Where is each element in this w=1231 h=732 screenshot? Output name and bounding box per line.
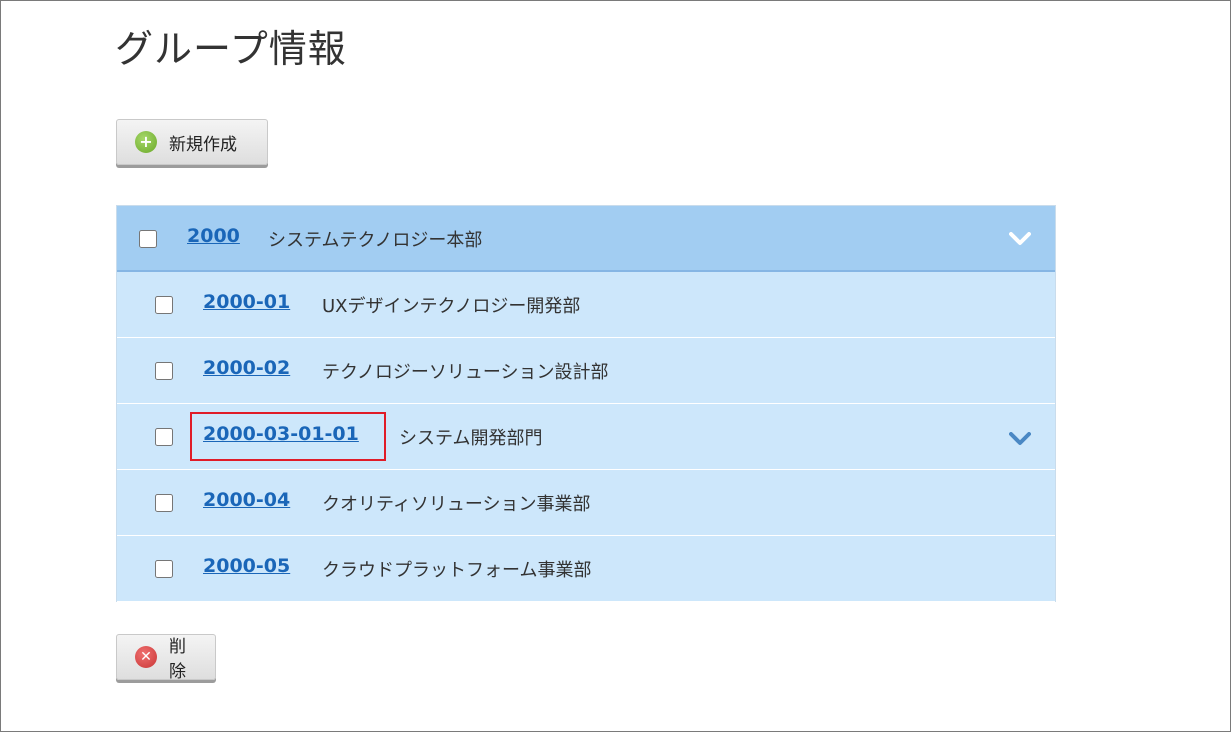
group-row-parent: 2000 システムテクノロジー本部: [117, 206, 1055, 272]
group-row: 2000-03-01-01 システム開発部門: [117, 404, 1055, 470]
group-code-link[interactable]: 2000-05: [203, 555, 290, 577]
group-list: 2000 システムテクノロジー本部 2000-01 UXデザインテクノロジー開発…: [116, 205, 1056, 602]
group-checkbox[interactable]: [155, 296, 173, 314]
group-code-link[interactable]: 2000-03-01-01: [203, 423, 359, 445]
group-name: システムテクノロジー本部: [268, 230, 483, 251]
page-frame: グループ情報 + 新規作成 2000 システムテクノロジー本部 2000-01 …: [0, 0, 1231, 732]
group-row: 2000-04 クオリティソリューション事業部: [117, 470, 1055, 536]
group-name: テクノロジーソリューション設計部: [322, 362, 609, 383]
group-code-link[interactable]: 2000-04: [203, 489, 290, 511]
page-title: グループ情報: [115, 27, 347, 71]
group-row: 2000-02 テクノロジーソリューション設計部: [117, 338, 1055, 404]
group-row: 2000-05 クラウドプラットフォーム事業部: [117, 536, 1055, 602]
delete-button-label: 削除: [169, 637, 186, 682]
new-group-button[interactable]: + 新規作成: [116, 119, 268, 165]
expand-chevron-icon[interactable]: [1009, 432, 1031, 446]
group-code-link[interactable]: 2000-01: [203, 291, 290, 313]
new-group-button-label: 新規作成: [169, 134, 237, 155]
group-checkbox[interactable]: [139, 230, 157, 248]
delete-button[interactable]: ✕ 削除: [116, 634, 216, 682]
group-name: クラウドプラットフォーム事業部: [322, 560, 592, 581]
group-checkbox[interactable]: [155, 560, 173, 578]
plus-icon: +: [135, 131, 157, 153]
group-name: システム開発部門: [399, 428, 543, 449]
group-code-link[interactable]: 2000: [187, 225, 240, 247]
group-code-link[interactable]: 2000-02: [203, 357, 290, 379]
collapse-chevron-icon[interactable]: [1009, 232, 1031, 246]
group-name: UXデザインテクノロジー開発部: [322, 296, 581, 317]
group-row: 2000-01 UXデザインテクノロジー開発部: [117, 272, 1055, 338]
close-icon: ✕: [135, 646, 157, 668]
group-checkbox[interactable]: [155, 494, 173, 512]
group-checkbox[interactable]: [155, 428, 173, 446]
group-checkbox[interactable]: [155, 362, 173, 380]
group-name: クオリティソリューション事業部: [322, 494, 591, 515]
